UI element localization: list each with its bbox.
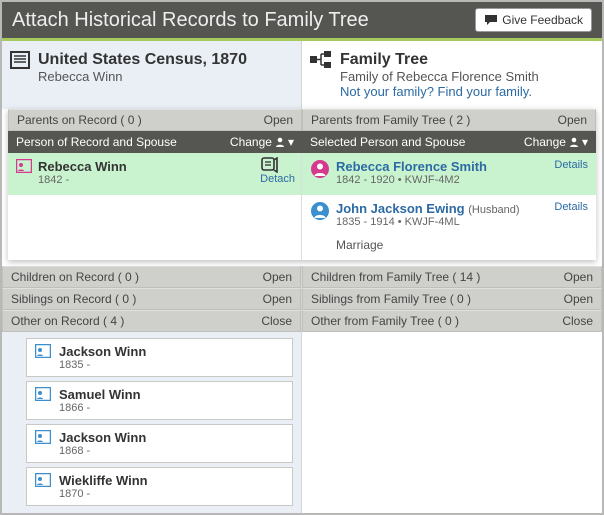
record-card-icon [35, 387, 51, 401]
marriage-label: Marriage [302, 234, 596, 260]
chevron-down-icon: ▾ [582, 135, 588, 149]
tree-spouse-rel: (Husband) [468, 204, 519, 216]
record-card-icon [35, 430, 51, 444]
record-card-icon [35, 473, 51, 487]
tree-spouse-meta: 1835 - 1914 • KWJF-4ML [336, 216, 520, 228]
parents-record-row[interactable]: Parents on Record ( 0 ) Open [8, 109, 302, 131]
tree-subtitle: Family of Rebecca Florence Smith [340, 69, 539, 84]
chevron-down-icon: ▾ [288, 135, 294, 149]
tree-spouse-name[interactable]: John Jackson Ewing [336, 201, 465, 216]
list-item[interactable]: Jackson Winn1868 - [26, 424, 293, 463]
children-record-row[interactable]: Children on Record ( 0 ) Open [2, 266, 301, 288]
person-record-header: Person of Record and Spouse Change ▾ [8, 131, 302, 153]
list-item[interactable]: Jackson Winn1835 - [26, 338, 293, 377]
record-card-icon [16, 159, 32, 173]
close-button[interactable]: Close [261, 314, 292, 328]
female-icon [310, 159, 330, 179]
open-button[interactable]: Open [263, 292, 292, 306]
tree-header: Family Tree Family of Rebecca Florence S… [302, 41, 602, 109]
details-link[interactable]: Details [554, 159, 588, 171]
document-icon [10, 51, 30, 69]
details-link[interactable]: Details [554, 201, 588, 213]
change-person-button[interactable]: Change ▾ [524, 135, 588, 149]
source-header: United States Census, 1870 Rebecca Winn [2, 41, 301, 94]
open-button[interactable]: Open [564, 270, 593, 284]
selected-tree-header: Selected Person and Spouse Change ▾ [302, 131, 596, 153]
open-button[interactable]: Open [264, 113, 293, 127]
list-item[interactable]: Wiekliffe Winn1870 - [26, 467, 293, 506]
siblings-tree-row[interactable]: Siblings from Family Tree ( 0 ) Open [302, 288, 602, 310]
find-family-link[interactable]: Not your family? Find your family. [340, 84, 539, 99]
source-title: United States Census, 1870 [38, 51, 247, 69]
parents-tree-row[interactable]: Parents from Family Tree ( 2 ) Open [302, 109, 596, 131]
speech-bubble-icon [484, 14, 498, 26]
page-title: Attach Historical Records to Family Tree [12, 9, 369, 32]
children-tree-row[interactable]: Children from Family Tree ( 14 ) Open [302, 266, 602, 288]
record-person-meta: 1842 - [38, 174, 127, 186]
male-icon [310, 201, 330, 221]
other-list: Jackson Winn1835 - Samuel Winn1866 - Jac… [2, 332, 301, 515]
close-button[interactable]: Close [562, 314, 593, 328]
tree-icon [310, 51, 332, 69]
detach-icon [260, 157, 278, 173]
open-button[interactable]: Open [564, 292, 593, 306]
record-person-row: Rebecca Winn 1842 - Detach [8, 153, 301, 195]
page-header: Attach Historical Records to Family Tree… [2, 2, 602, 41]
source-person: Rebecca Winn [38, 69, 247, 84]
person-icon [569, 137, 579, 147]
compare-panel: Parents on Record ( 0 ) Open Parents fro… [8, 109, 596, 260]
other-tree-row[interactable]: Other from Family Tree ( 0 ) Close [302, 310, 602, 332]
tree-person-meta: 1842 - 1920 • KWJF-4M2 [336, 174, 487, 186]
tree-person-row: Rebecca Florence Smith 1842 - 1920 • KWJ… [302, 153, 596, 195]
person-icon [275, 137, 285, 147]
give-feedback-button[interactable]: Give Feedback [475, 8, 592, 32]
record-card-icon [35, 344, 51, 358]
open-button[interactable]: Open [263, 270, 292, 284]
change-person-button[interactable]: Change ▾ [230, 135, 294, 149]
record-person-name: Rebecca Winn [38, 159, 127, 174]
open-button[interactable]: Open [558, 113, 587, 127]
tree-title: Family Tree [340, 51, 539, 69]
tree-person-name[interactable]: Rebecca Florence Smith [336, 159, 487, 174]
other-record-row[interactable]: Other on Record ( 4 ) Close [2, 310, 301, 332]
tree-spouse-row: John Jackson Ewing (Husband) 1835 - 1914… [302, 195, 596, 234]
siblings-record-row[interactable]: Siblings on Record ( 0 ) Open [2, 288, 301, 310]
list-item[interactable]: Samuel Winn1866 - [26, 381, 293, 420]
detach-button[interactable]: Detach [260, 157, 295, 185]
